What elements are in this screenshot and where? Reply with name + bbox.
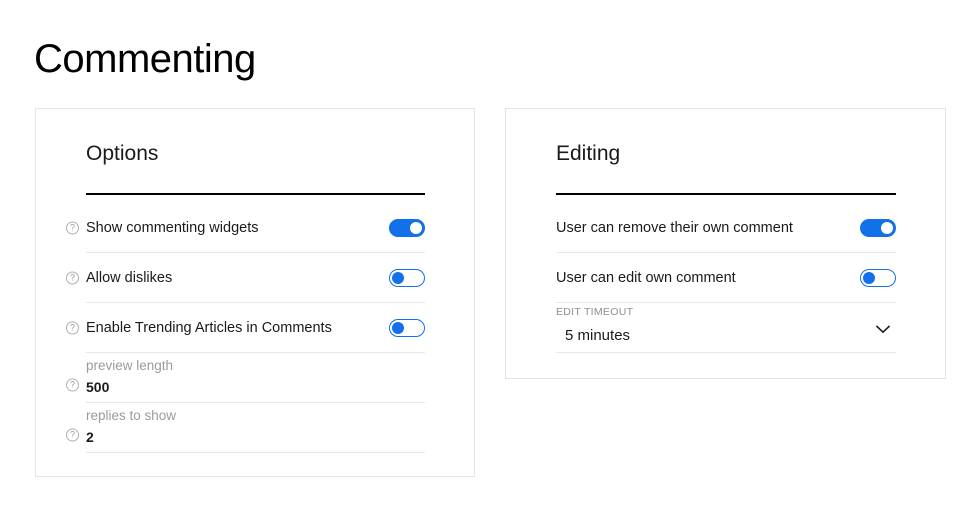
toggle-knob <box>392 271 404 284</box>
toggle-knob <box>410 221 422 234</box>
help-circle-icon[interactable]: ? <box>66 428 79 442</box>
editing-row-list: User can remove their own comment User c… <box>556 203 896 353</box>
help-circle-icon[interactable]: ? <box>66 321 79 334</box>
row-edit-timeout[interactable]: EDIT TIMEOUT 5 minutes <box>556 303 896 353</box>
options-row-list: ? Show commenting widgets ? Allow dislik… <box>66 203 425 453</box>
card-title-options: Options <box>86 142 159 165</box>
row-show-commenting-widgets[interactable]: ? Show commenting widgets <box>66 203 425 253</box>
row-label: Allow dislikes <box>86 269 173 286</box>
card-options: Options ? Show commenting widgets ? Allo… <box>35 108 475 477</box>
edit-timeout-label: EDIT TIMEOUT <box>556 306 634 318</box>
settings-page: Commenting Options ? Show commenting wid… <box>0 0 973 528</box>
help-circle-icon[interactable]: ? <box>66 378 79 392</box>
toggle-user-can-remove-own-comment[interactable] <box>860 218 896 237</box>
toggle-knob <box>863 271 875 284</box>
row-label: Show commenting widgets <box>86 219 259 236</box>
row-label: Enable Trending Articles in Comments <box>86 319 332 336</box>
row-user-can-remove-own-comment[interactable]: User can remove their own comment <box>556 203 896 253</box>
row-label: User can remove their own comment <box>556 219 793 236</box>
card-title-editing: Editing <box>556 142 621 165</box>
toggle-enable-trending-articles[interactable] <box>389 318 425 337</box>
card-editing: Editing User can remove their own commen… <box>505 108 946 379</box>
row-preview-length[interactable]: ? preview length 500 <box>66 353 425 403</box>
toggle-knob <box>392 321 404 334</box>
toggle-show-commenting-widgets[interactable] <box>389 218 425 237</box>
row-enable-trending-articles[interactable]: ? Enable Trending Articles in Comments <box>66 303 425 353</box>
toggle-user-can-edit-own-comment[interactable] <box>860 268 896 287</box>
toggle-allow-dislikes[interactable] <box>389 268 425 287</box>
toggle-knob <box>881 221 893 234</box>
preview-length-label: preview length <box>86 358 174 373</box>
field-wrapper: preview length 500 <box>86 353 425 397</box>
edit-timeout-select-value[interactable]: 5 minutes <box>556 325 896 347</box>
preview-length-input[interactable]: 500 <box>86 378 425 397</box>
row-label: User can edit own comment <box>556 269 736 286</box>
row-allow-dislikes[interactable]: ? Allow dislikes <box>66 253 425 303</box>
card-heading-rule <box>556 193 896 195</box>
help-circle-icon[interactable]: ? <box>66 271 79 284</box>
row-replies-to-show[interactable]: ? replies to show 2 <box>66 403 425 453</box>
replies-to-show-input[interactable]: 2 <box>86 428 425 447</box>
help-circle-icon[interactable]: ? <box>66 221 79 234</box>
field-wrapper: replies to show 2 <box>86 403 425 447</box>
select-wrapper[interactable]: EDIT TIMEOUT 5 minutes <box>556 303 896 347</box>
replies-to-show-label: replies to show <box>86 408 177 423</box>
row-user-can-edit-own-comment[interactable]: User can edit own comment <box>556 253 896 303</box>
card-heading-rule <box>86 193 425 195</box>
page-title: Commenting <box>34 36 256 81</box>
chevron-down-icon[interactable] <box>876 325 890 334</box>
